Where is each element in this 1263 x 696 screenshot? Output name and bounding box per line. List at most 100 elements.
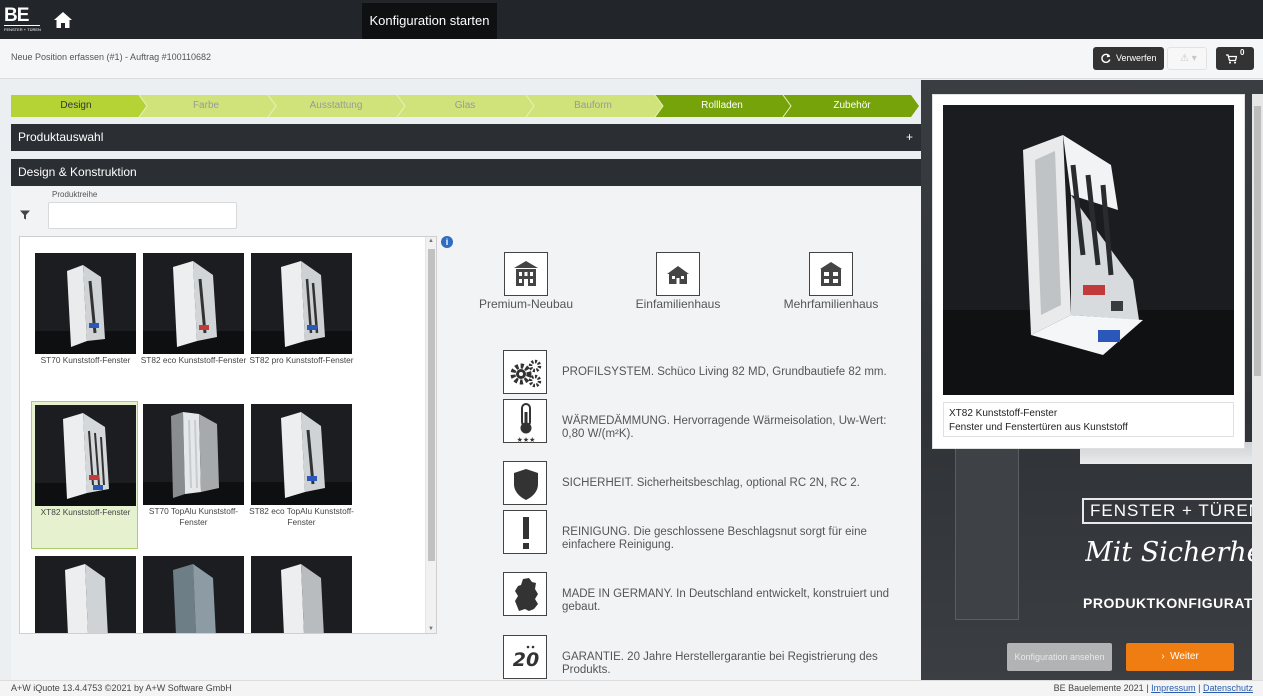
background-window-image bbox=[955, 420, 1019, 620]
section-produktauswahl-title: Produktauswahl bbox=[18, 130, 104, 144]
footer-copyright: A+W iQuote 13.4.4753 ©2021 by A+W Softwa… bbox=[11, 683, 232, 693]
footer: A+W iQuote 13.4.4753 ©2021 by A+W Softwa… bbox=[0, 680, 1263, 696]
exclamation-icon bbox=[503, 510, 547, 554]
page-scrollbar-thumb[interactable] bbox=[1254, 106, 1261, 376]
step-farbe[interactable]: Farbe bbox=[141, 95, 271, 117]
cart-icon bbox=[1226, 54, 1237, 64]
cart-count: 0 bbox=[1240, 48, 1245, 57]
section-produktauswahl[interactable]: Produktauswahl + bbox=[11, 124, 921, 151]
thermometer-icon: ★★★ bbox=[503, 399, 547, 444]
view-configuration-button[interactable]: Konfiguration ansehen bbox=[1007, 643, 1112, 671]
product-image bbox=[35, 253, 136, 354]
expand-icon[interactable]: + bbox=[906, 124, 913, 151]
gallery-scrollbar[interactable]: ▲ ▼ bbox=[425, 237, 436, 633]
product-series-label: Produktreihe bbox=[52, 190, 98, 199]
product-tile[interactable]: ST70 TopAlu Kunststoff-Fenster bbox=[140, 401, 247, 549]
section-design-title: Design & Konstruktion bbox=[18, 165, 137, 179]
info-icon[interactable]: i bbox=[441, 236, 453, 248]
step-design[interactable]: Design bbox=[11, 95, 141, 117]
product-label: ST82 pro Kunststoff-Fenster bbox=[249, 355, 354, 365]
product-image bbox=[143, 404, 244, 505]
step-bauform[interactable]: Bauform bbox=[528, 95, 658, 117]
home-icon[interactable] bbox=[53, 10, 73, 30]
gears-icon bbox=[503, 350, 547, 394]
product-image bbox=[251, 556, 352, 633]
product-preview-panel: XT82 Kunststoff-Fenster Fenster und Fens… bbox=[932, 94, 1245, 449]
product-label: ST82 eco TopAlu Kunststoff-Fenster bbox=[249, 506, 354, 527]
product-gallery: ST70 Kunststoff-Fenster ST82 eco Kunstst… bbox=[19, 236, 437, 634]
brand-tagline: FENSTER + TÜREN bbox=[1082, 498, 1263, 524]
brand-slogan: Mit Sicherheit bbox=[1085, 537, 1263, 568]
product-label: ST82 eco Kunststoff-Fenster bbox=[140, 355, 247, 365]
product-label: XT82 Kunststoff-Fenster bbox=[40, 507, 131, 517]
feature-reinigung: REINIGUNG. Die geschlossene Beschlagsnut… bbox=[562, 526, 867, 551]
scroll-up-icon[interactable]: ▲ bbox=[428, 238, 434, 244]
step-navigation: Design Farbe Ausstattung Glas Bauform Ro… bbox=[11, 95, 921, 117]
cart-button[interactable]: 0 bbox=[1216, 47, 1254, 70]
shield-icon bbox=[503, 461, 547, 505]
footer-right: BE Bauelemente 2021 | Impressum | Datens… bbox=[1054, 681, 1253, 696]
warning-dropdown[interactable]: ⚠ ▾ bbox=[1167, 47, 1207, 70]
scroll-down-icon[interactable]: ▼ bbox=[428, 626, 434, 632]
imprint-link[interactable]: Impressum bbox=[1151, 683, 1196, 693]
be-logo[interactable]: BE FENSTER + TÜREN bbox=[4, 6, 42, 34]
step-zubehoer[interactable]: Zubehör bbox=[787, 95, 917, 117]
refresh-icon bbox=[1101, 53, 1111, 63]
product-image bbox=[35, 405, 136, 506]
warranty-20-icon: 20 bbox=[503, 635, 547, 679]
product-tile[interactable]: ST82 pro Kunststoff-Fenster bbox=[248, 250, 355, 398]
apartment-house-icon[interactable] bbox=[809, 252, 853, 296]
step-ausstattung[interactable]: Ausstattung bbox=[271, 95, 401, 117]
preview-title: XT82 Kunststoff-Fenster bbox=[949, 408, 1058, 419]
logo-text: BE bbox=[4, 6, 40, 26]
feature-sicherheit: SICHERHEIT. Sicherheitsbeschlag, optiona… bbox=[562, 477, 860, 489]
product-tile[interactable] bbox=[32, 553, 139, 633]
product-image bbox=[251, 404, 352, 505]
feature-profilsystem: PROFILSYSTEM. Schüco Living 82 MD, Grund… bbox=[562, 366, 887, 378]
next-button[interactable]: › Weiter bbox=[1126, 643, 1234, 671]
product-tile[interactable]: ST70 Kunststoff-Fenster bbox=[32, 250, 139, 398]
brand-configurator: PRODUKTKONFIGURATOR bbox=[1083, 595, 1263, 611]
discard-button[interactable]: Verwerfen bbox=[1093, 47, 1164, 70]
configuration-title: Konfiguration starten bbox=[362, 3, 497, 39]
product-image bbox=[143, 253, 244, 354]
top-bar: BE FENSTER + TÜREN Konfiguration starten bbox=[0, 0, 1263, 39]
discard-label: Verwerfen bbox=[1116, 53, 1157, 63]
product-image bbox=[251, 253, 352, 354]
product-label: ST70 TopAlu Kunststoff-Fenster bbox=[148, 506, 239, 527]
breadcrumb: Neue Position erfassen (#1) - Auftrag #1… bbox=[11, 52, 211, 62]
product-preview-image bbox=[943, 105, 1234, 395]
footer-separator: | bbox=[1146, 683, 1149, 693]
step-glas[interactable]: Glas bbox=[400, 95, 530, 117]
product-image bbox=[35, 556, 136, 633]
preview-caption: XT82 Kunststoff-Fenster Fenster und Fens… bbox=[943, 402, 1234, 437]
product-tile[interactable] bbox=[248, 553, 355, 633]
product-tile[interactable]: ST82 eco TopAlu Kunststoff-Fenster bbox=[248, 401, 355, 549]
warranty-badge-text: 20 bbox=[513, 649, 539, 671]
footer-separator: | bbox=[1198, 683, 1201, 693]
mehrfamilienhaus-label: Mehrfamilienhaus bbox=[783, 297, 879, 311]
product-label: ST70 Kunststoff-Fenster bbox=[40, 355, 131, 365]
section-design[interactable]: Design & Konstruktion bbox=[11, 159, 921, 186]
product-tile-selected[interactable]: XT82 Kunststoff-Fenster bbox=[31, 401, 138, 549]
next-label: Weiter bbox=[1170, 651, 1199, 662]
chevron-right-icon: › bbox=[1161, 651, 1171, 662]
feature-garantie: GARANTIE. 20 Jahre Herstellergarantie be… bbox=[562, 651, 878, 676]
premium-house-icon[interactable] bbox=[504, 252, 548, 296]
product-series-input[interactable] bbox=[48, 202, 237, 229]
einfamilienhaus-label: Einfamilienhaus bbox=[635, 297, 721, 311]
product-image bbox=[143, 556, 244, 633]
product-tile[interactable] bbox=[140, 553, 247, 633]
privacy-link[interactable]: Datenschutz bbox=[1203, 683, 1253, 693]
product-tile[interactable]: ST82 eco Kunststoff-Fenster bbox=[140, 250, 247, 398]
sub-bar: Neue Position erfassen (#1) - Auftrag #1… bbox=[0, 39, 1263, 79]
step-rollladen[interactable]: Rollladen bbox=[657, 95, 787, 117]
filter-icon[interactable] bbox=[20, 210, 30, 220]
gallery-scrollbar-thumb[interactable] bbox=[428, 249, 435, 561]
germany-map-icon bbox=[503, 572, 547, 616]
page-scrollbar[interactable] bbox=[1252, 94, 1263, 680]
feature-made-in-germany: MADE IN GERMANY. In Deutschland entwicke… bbox=[562, 588, 890, 613]
single-family-house-icon[interactable] bbox=[656, 252, 700, 296]
preview-subtitle: Fenster und Fenstertüren aus Kunststoff bbox=[949, 422, 1128, 433]
svg-text:★★★: ★★★ bbox=[517, 436, 536, 444]
